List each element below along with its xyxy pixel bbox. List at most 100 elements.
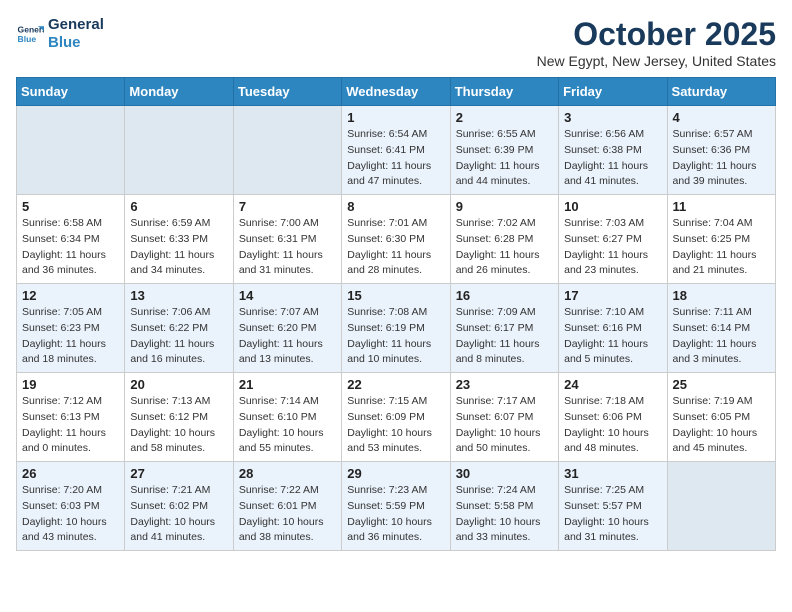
- day-number: 1: [347, 110, 444, 125]
- svg-text:Blue: Blue: [18, 34, 37, 44]
- day-info: Sunrise: 7:19 AM Sunset: 6:05 PM Dayligh…: [673, 394, 770, 457]
- day-number: 6: [130, 199, 227, 214]
- day-number: 4: [673, 110, 770, 125]
- weekday-header-wednesday: Wednesday: [342, 78, 450, 106]
- day-info: Sunrise: 7:06 AM Sunset: 6:22 PM Dayligh…: [130, 305, 227, 368]
- day-number: 18: [673, 288, 770, 303]
- calendar-cell: 14 Sunrise: 7:07 AM Sunset: 6:20 PM Dayli…: [233, 284, 341, 373]
- day-number: 11: [673, 199, 770, 214]
- day-number: 29: [347, 466, 444, 481]
- day-info: Sunrise: 6:58 AM Sunset: 6:34 PM Dayligh…: [22, 216, 119, 279]
- day-number: 17: [564, 288, 661, 303]
- day-info: Sunrise: 7:24 AM Sunset: 5:58 PM Dayligh…: [456, 483, 553, 546]
- day-info: Sunrise: 6:59 AM Sunset: 6:33 PM Dayligh…: [130, 216, 227, 279]
- logo-text: General Blue: [48, 16, 104, 52]
- day-info: Sunrise: 7:22 AM Sunset: 6:01 PM Dayligh…: [239, 483, 336, 546]
- day-number: 2: [456, 110, 553, 125]
- day-number: 15: [347, 288, 444, 303]
- calendar-week-row: 12 Sunrise: 7:05 AM Sunset: 6:23 PM Dayli…: [17, 284, 776, 373]
- calendar-cell: 12 Sunrise: 7:05 AM Sunset: 6:23 PM Dayli…: [17, 284, 125, 373]
- day-info: Sunrise: 7:03 AM Sunset: 6:27 PM Dayligh…: [564, 216, 661, 279]
- day-info: Sunrise: 6:57 AM Sunset: 6:36 PM Dayligh…: [673, 127, 770, 190]
- day-info: Sunrise: 7:07 AM Sunset: 6:20 PM Dayligh…: [239, 305, 336, 368]
- day-info: Sunrise: 7:13 AM Sunset: 6:12 PM Dayligh…: [130, 394, 227, 457]
- calendar-cell: 8 Sunrise: 7:01 AM Sunset: 6:30 PM Daylig…: [342, 195, 450, 284]
- day-number: 3: [564, 110, 661, 125]
- calendar-cell: 1 Sunrise: 6:54 AM Sunset: 6:41 PM Daylig…: [342, 106, 450, 195]
- day-info: Sunrise: 7:23 AM Sunset: 5:59 PM Dayligh…: [347, 483, 444, 546]
- day-info: Sunrise: 7:08 AM Sunset: 6:19 PM Dayligh…: [347, 305, 444, 368]
- day-info: Sunrise: 7:05 AM Sunset: 6:23 PM Dayligh…: [22, 305, 119, 368]
- day-number: 8: [347, 199, 444, 214]
- weekday-header-thursday: Thursday: [450, 78, 558, 106]
- day-number: 5: [22, 199, 119, 214]
- calendar-cell: 18 Sunrise: 7:11 AM Sunset: 6:14 PM Dayli…: [667, 284, 775, 373]
- day-number: 10: [564, 199, 661, 214]
- day-info: Sunrise: 7:18 AM Sunset: 6:06 PM Dayligh…: [564, 394, 661, 457]
- calendar-cell: 13Sunrise: 7:06 AM Sunset: 6:22 PM Dayli…: [125, 284, 233, 373]
- calendar-cell: 5 Sunrise: 6:58 AM Sunset: 6:34 PM Daylig…: [17, 195, 125, 284]
- calendar-cell: 17 Sunrise: 7:10 AM Sunset: 6:16 PM Dayli…: [559, 284, 667, 373]
- day-info: Sunrise: 7:04 AM Sunset: 6:25 PM Dayligh…: [673, 216, 770, 279]
- calendar-cell: 28 Sunrise: 7:22 AM Sunset: 6:01 PM Dayli…: [233, 462, 341, 551]
- calendar-cell: 30 Sunrise: 7:24 AM Sunset: 5:58 PM Dayli…: [450, 462, 558, 551]
- calendar-cell: 11 Sunrise: 7:04 AM Sunset: 6:25 PM Dayli…: [667, 195, 775, 284]
- day-info: Sunrise: 7:17 AM Sunset: 6:07 PM Dayligh…: [456, 394, 553, 457]
- day-number: 7: [239, 199, 336, 214]
- calendar-cell: [17, 106, 125, 195]
- day-number: 20: [130, 377, 227, 392]
- day-info: Sunrise: 7:11 AM Sunset: 6:14 PM Dayligh…: [673, 305, 770, 368]
- day-info: Sunrise: 7:02 AM Sunset: 6:28 PM Dayligh…: [456, 216, 553, 279]
- calendar-cell: 20 Sunrise: 7:13 AM Sunset: 6:12 PM Dayli…: [125, 373, 233, 462]
- month-title: October 2025: [537, 16, 776, 53]
- calendar-cell: 4 Sunrise: 6:57 AM Sunset: 6:36 PM Daylig…: [667, 106, 775, 195]
- day-number: 22: [347, 377, 444, 392]
- day-number: 12: [22, 288, 119, 303]
- day-number: 14: [239, 288, 336, 303]
- calendar-cell: 3Sunrise: 6:56 AM Sunset: 6:38 PM Daylig…: [559, 106, 667, 195]
- calendar-cell: 21Sunrise: 7:14 AM Sunset: 6:10 PM Dayli…: [233, 373, 341, 462]
- calendar-cell: 27Sunrise: 7:21 AM Sunset: 6:02 PM Dayli…: [125, 462, 233, 551]
- day-number: 28: [239, 466, 336, 481]
- svg-text:General: General: [18, 24, 44, 34]
- day-info: Sunrise: 7:09 AM Sunset: 6:17 PM Dayligh…: [456, 305, 553, 368]
- calendar-cell: 24Sunrise: 7:18 AM Sunset: 6:06 PM Dayli…: [559, 373, 667, 462]
- calendar-cell: 9 Sunrise: 7:02 AM Sunset: 6:28 PM Daylig…: [450, 195, 558, 284]
- day-info: Sunrise: 7:14 AM Sunset: 6:10 PM Dayligh…: [239, 394, 336, 457]
- day-info: Sunrise: 7:25 AM Sunset: 5:57 PM Dayligh…: [564, 483, 661, 546]
- calendar-cell: 16 Sunrise: 7:09 AM Sunset: 6:17 PM Dayli…: [450, 284, 558, 373]
- calendar-cell: 31Sunrise: 7:25 AM Sunset: 5:57 PM Dayli…: [559, 462, 667, 551]
- day-number: 16: [456, 288, 553, 303]
- calendar-cell: 7Sunrise: 7:00 AM Sunset: 6:31 PM Daylig…: [233, 195, 341, 284]
- day-number: 19: [22, 377, 119, 392]
- day-info: Sunrise: 7:15 AM Sunset: 6:09 PM Dayligh…: [347, 394, 444, 457]
- calendar-cell: 25 Sunrise: 7:19 AM Sunset: 6:05 PM Dayli…: [667, 373, 775, 462]
- calendar-table: SundayMondayTuesdayWednesdayThursdayFrid…: [16, 77, 776, 551]
- page-header: General Blue General Blue October 2025 N…: [16, 16, 776, 69]
- day-info: Sunrise: 7:21 AM Sunset: 6:02 PM Dayligh…: [130, 483, 227, 546]
- calendar-week-row: 1 Sunrise: 6:54 AM Sunset: 6:41 PM Daylig…: [17, 106, 776, 195]
- calendar-cell: 6 Sunrise: 6:59 AM Sunset: 6:33 PM Daylig…: [125, 195, 233, 284]
- day-number: 26: [22, 466, 119, 481]
- day-info: Sunrise: 7:20 AM Sunset: 6:03 PM Dayligh…: [22, 483, 119, 546]
- title-block: October 2025 New Egypt, New Jersey, Unit…: [537, 16, 776, 69]
- day-info: Sunrise: 6:54 AM Sunset: 6:41 PM Dayligh…: [347, 127, 444, 190]
- calendar-week-row: 5 Sunrise: 6:58 AM Sunset: 6:34 PM Daylig…: [17, 195, 776, 284]
- day-number: 30: [456, 466, 553, 481]
- calendar-cell: [233, 106, 341, 195]
- logo: General Blue General Blue: [16, 16, 104, 52]
- calendar-cell: 26 Sunrise: 7:20 AM Sunset: 6:03 PM Dayli…: [17, 462, 125, 551]
- calendar-week-row: 26 Sunrise: 7:20 AM Sunset: 6:03 PM Dayli…: [17, 462, 776, 551]
- calendar-week-row: 19 Sunrise: 7:12 AM Sunset: 6:13 PM Dayli…: [17, 373, 776, 462]
- weekday-header-tuesday: Tuesday: [233, 78, 341, 106]
- day-number: 25: [673, 377, 770, 392]
- calendar-cell: 10 Sunrise: 7:03 AM Sunset: 6:27 PM Dayli…: [559, 195, 667, 284]
- day-info: Sunrise: 7:12 AM Sunset: 6:13 PM Dayligh…: [22, 394, 119, 457]
- day-number: 9: [456, 199, 553, 214]
- logo-icon: General Blue: [16, 20, 44, 48]
- day-info: Sunrise: 7:10 AM Sunset: 6:16 PM Dayligh…: [564, 305, 661, 368]
- day-info: Sunrise: 7:01 AM Sunset: 6:30 PM Dayligh…: [347, 216, 444, 279]
- weekday-header-sunday: Sunday: [17, 78, 125, 106]
- location: New Egypt, New Jersey, United States: [537, 53, 776, 69]
- calendar-cell: 22 Sunrise: 7:15 AM Sunset: 6:09 PM Dayli…: [342, 373, 450, 462]
